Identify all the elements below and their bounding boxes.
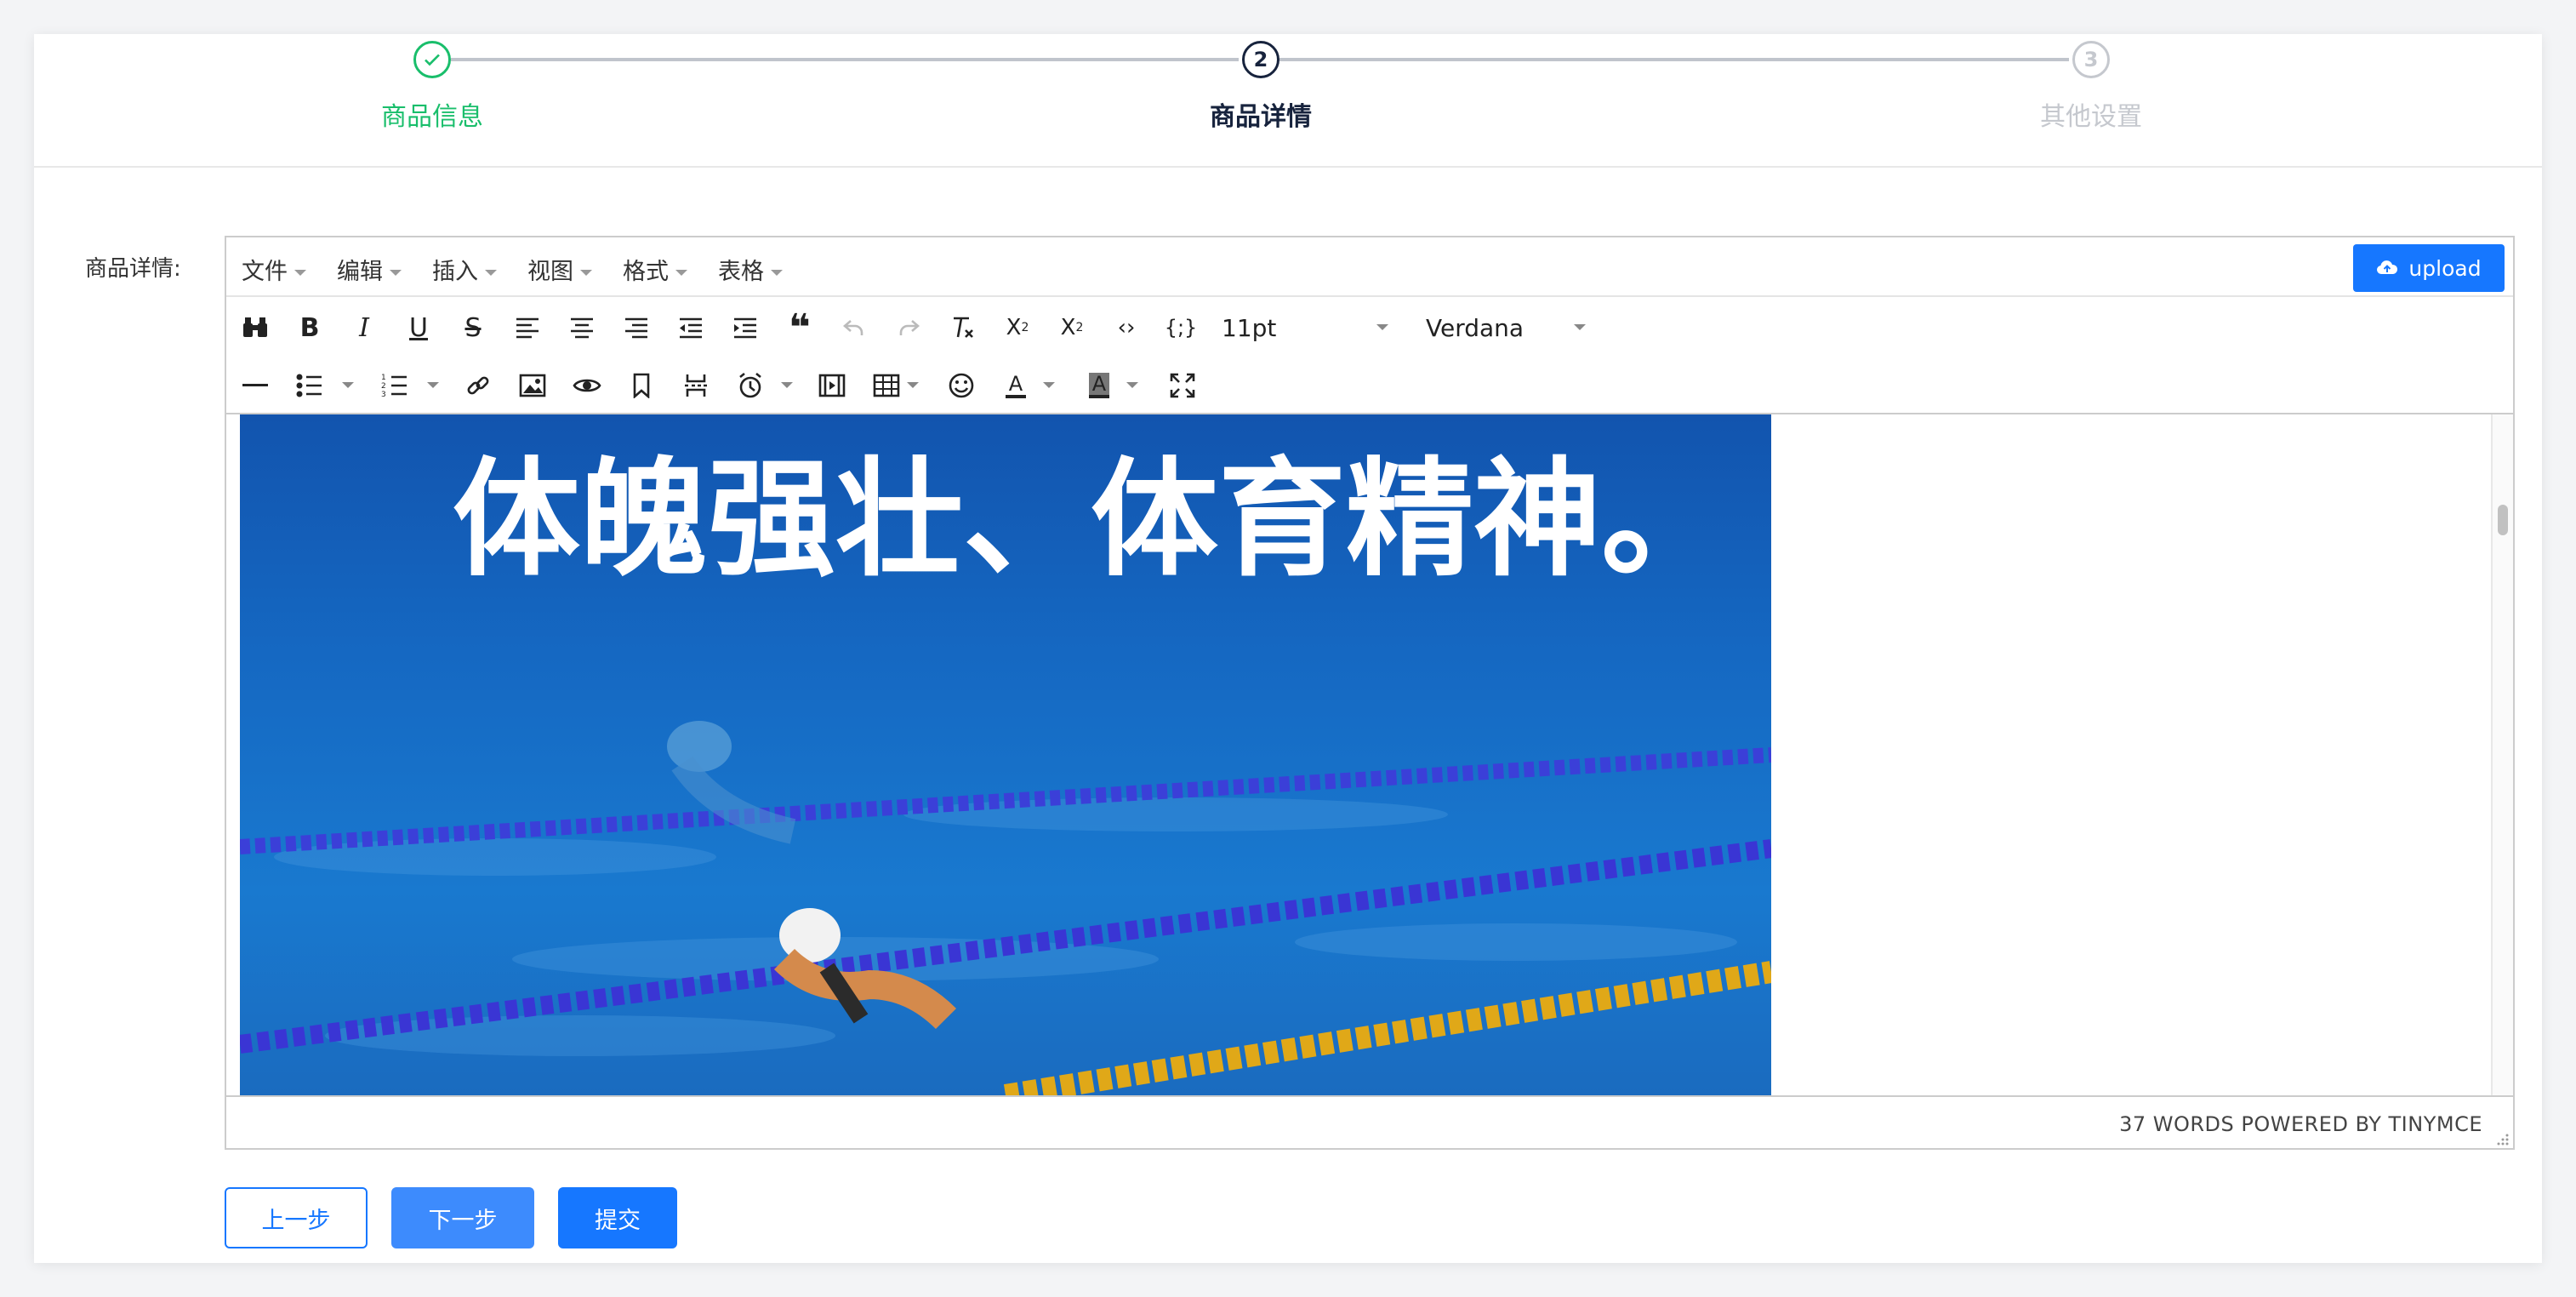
svg-text:2: 2 (381, 382, 386, 391)
align-left-icon[interactable] (509, 309, 546, 346)
background-color-icon[interactable]: A (1080, 367, 1118, 404)
chevron-down-icon (294, 270, 306, 276)
menu-edit[interactable]: 编辑 (337, 253, 402, 286)
menu-insert[interactable]: 插入 (432, 253, 497, 286)
editor-content-area[interactable]: 体魄强壮、体育精神。 (226, 414, 2513, 1095)
font-family-select[interactable]: Verdana (1426, 314, 1524, 342)
cloud-upload-icon (2377, 260, 2398, 274)
resize-handle-icon[interactable] (2494, 1131, 2510, 1146)
step-connector-2 (1279, 58, 2069, 61)
step-3-number: 3 (2072, 41, 2110, 78)
fullscreen-icon[interactable] (1164, 367, 1201, 404)
step-2-number: 2 (1242, 41, 1279, 78)
menu-insert-label: 插入 (432, 259, 478, 285)
menu-table-label: 表格 (718, 259, 764, 285)
bookmark-icon[interactable] (623, 367, 660, 404)
chevron-down-icon (485, 270, 497, 276)
chevron-down-icon (675, 270, 687, 276)
step-2-title: 商品详情 (1210, 102, 1312, 132)
bullet-list-icon[interactable] (291, 367, 328, 404)
menu-table[interactable]: 表格 (718, 253, 783, 286)
outdent-icon[interactable] (672, 309, 710, 346)
font-family-chevron-icon[interactable] (1574, 324, 1586, 330)
indent-icon[interactable] (727, 309, 764, 346)
italic-icon[interactable]: I (345, 309, 383, 346)
svg-text:A: A (1092, 372, 1107, 396)
menu-file[interactable]: 文件 (242, 253, 306, 286)
blockquote-icon[interactable]: ❝ (781, 306, 818, 350)
datetime-chevron-icon[interactable] (781, 382, 793, 388)
editor-statusbar: 37 WORDS POWERED BY TINYMCE (226, 1095, 2513, 1150)
background-color-chevron-icon[interactable] (1126, 382, 1138, 388)
editor-toolbar: B I U S ❝ X2 X2 ‹› {;} 11pt Verdana 1 2 … (226, 297, 2513, 414)
font-size-select[interactable]: 11pt (1222, 314, 1276, 342)
rich-text-editor: 文件 编辑 插入 视图 格式 表格 upload B I U S ❝ X 2 X… (225, 236, 2515, 1150)
chevron-down-icon (580, 270, 592, 276)
subscript-icon[interactable]: X2 (999, 309, 1036, 346)
word-count-status: 37 WORDS POWERED BY TINYMCE (2119, 1112, 2482, 1136)
step-connector-1 (451, 58, 1239, 61)
page-break-icon[interactable] (677, 367, 715, 404)
insert-datetime-icon[interactable] (732, 367, 769, 404)
upload-button[interactable]: upload (2353, 244, 2505, 292)
strikethrough-icon[interactable]: S (454, 309, 492, 346)
editor-scrollbar[interactable] (2491, 414, 2513, 1095)
table-icon[interactable] (868, 367, 905, 404)
redo-icon[interactable] (890, 309, 927, 346)
align-center-icon[interactable] (563, 309, 601, 346)
bullet-list-chevron-icon[interactable] (342, 382, 354, 388)
step-1-title: 商品信息 (381, 102, 483, 132)
scrollbar-thumb[interactable] (2498, 505, 2508, 535)
menu-view-label: 视图 (527, 259, 573, 285)
menu-format[interactable]: 格式 (623, 253, 687, 286)
editor-menubar: 文件 编辑 插入 视图 格式 表格 upload (226, 237, 2513, 297)
submit-button[interactable]: 提交 (558, 1187, 677, 1248)
bold-icon[interactable]: B (291, 309, 328, 346)
next-step-button[interactable]: 下一步 (391, 1187, 534, 1248)
font-family-value: Verdana (1426, 314, 1525, 342)
menu-view[interactable]: 视图 (527, 253, 592, 286)
align-right-icon[interactable] (618, 309, 655, 346)
font-size-chevron-icon[interactable] (1376, 324, 1388, 330)
page-card: 商品信息 2 商品详情 3 其他设置 商品详情: 文件 编辑 插入 视图 格式 … (34, 34, 2542, 1263)
code-icon[interactable]: ‹› (1108, 309, 1145, 346)
text-color-chevron-icon[interactable] (1043, 382, 1055, 388)
chevron-down-icon (390, 270, 402, 276)
prev-step-button[interactable]: 上一步 (225, 1187, 368, 1248)
svg-text:3: 3 (381, 391, 386, 398)
detail-form-label: 商品详情: (85, 256, 181, 282)
emoticons-icon[interactable] (943, 367, 980, 404)
underline-icon[interactable]: U (400, 309, 437, 346)
media-icon[interactable] (813, 367, 851, 404)
undo-icon[interactable] (835, 309, 873, 346)
swimming-photo: 体魄强壮、体育精神。 (240, 414, 1771, 1095)
horizontal-rule-icon[interactable] (237, 367, 274, 404)
image-caption: 体魄强壮、体育精神。 (453, 446, 1729, 594)
image-icon[interactable] (514, 367, 551, 404)
chevron-down-icon (771, 270, 783, 276)
menu-format-label: 格式 (623, 259, 669, 285)
superscript-icon[interactable]: X2 (1053, 309, 1091, 346)
menu-edit-label: 编辑 (337, 259, 383, 285)
text-color-icon[interactable]: A (997, 367, 1034, 404)
upload-button-label: upload (2408, 255, 2482, 281)
font-size-value: 11pt (1222, 314, 1277, 342)
find-replace-icon[interactable] (237, 309, 274, 346)
code-sample-icon[interactable]: {;} (1162, 309, 1200, 346)
svg-text:A: A (1009, 372, 1023, 396)
link-icon[interactable] (459, 367, 497, 404)
menu-file-label: 文件 (242, 259, 288, 285)
preview-eye-icon[interactable] (568, 367, 606, 404)
numbered-list-icon[interactable]: 123 (376, 367, 413, 404)
clear-format-icon[interactable] (944, 309, 982, 346)
step-1-check-icon (413, 41, 451, 78)
table-chevron-icon[interactable] (907, 382, 919, 388)
step-3-title: 其他设置 (2040, 102, 2142, 132)
steps-bar: 商品信息 2 商品详情 3 其他设置 (34, 34, 2542, 168)
svg-text:1: 1 (381, 374, 386, 382)
numbered-list-chevron-icon[interactable] (427, 382, 439, 388)
